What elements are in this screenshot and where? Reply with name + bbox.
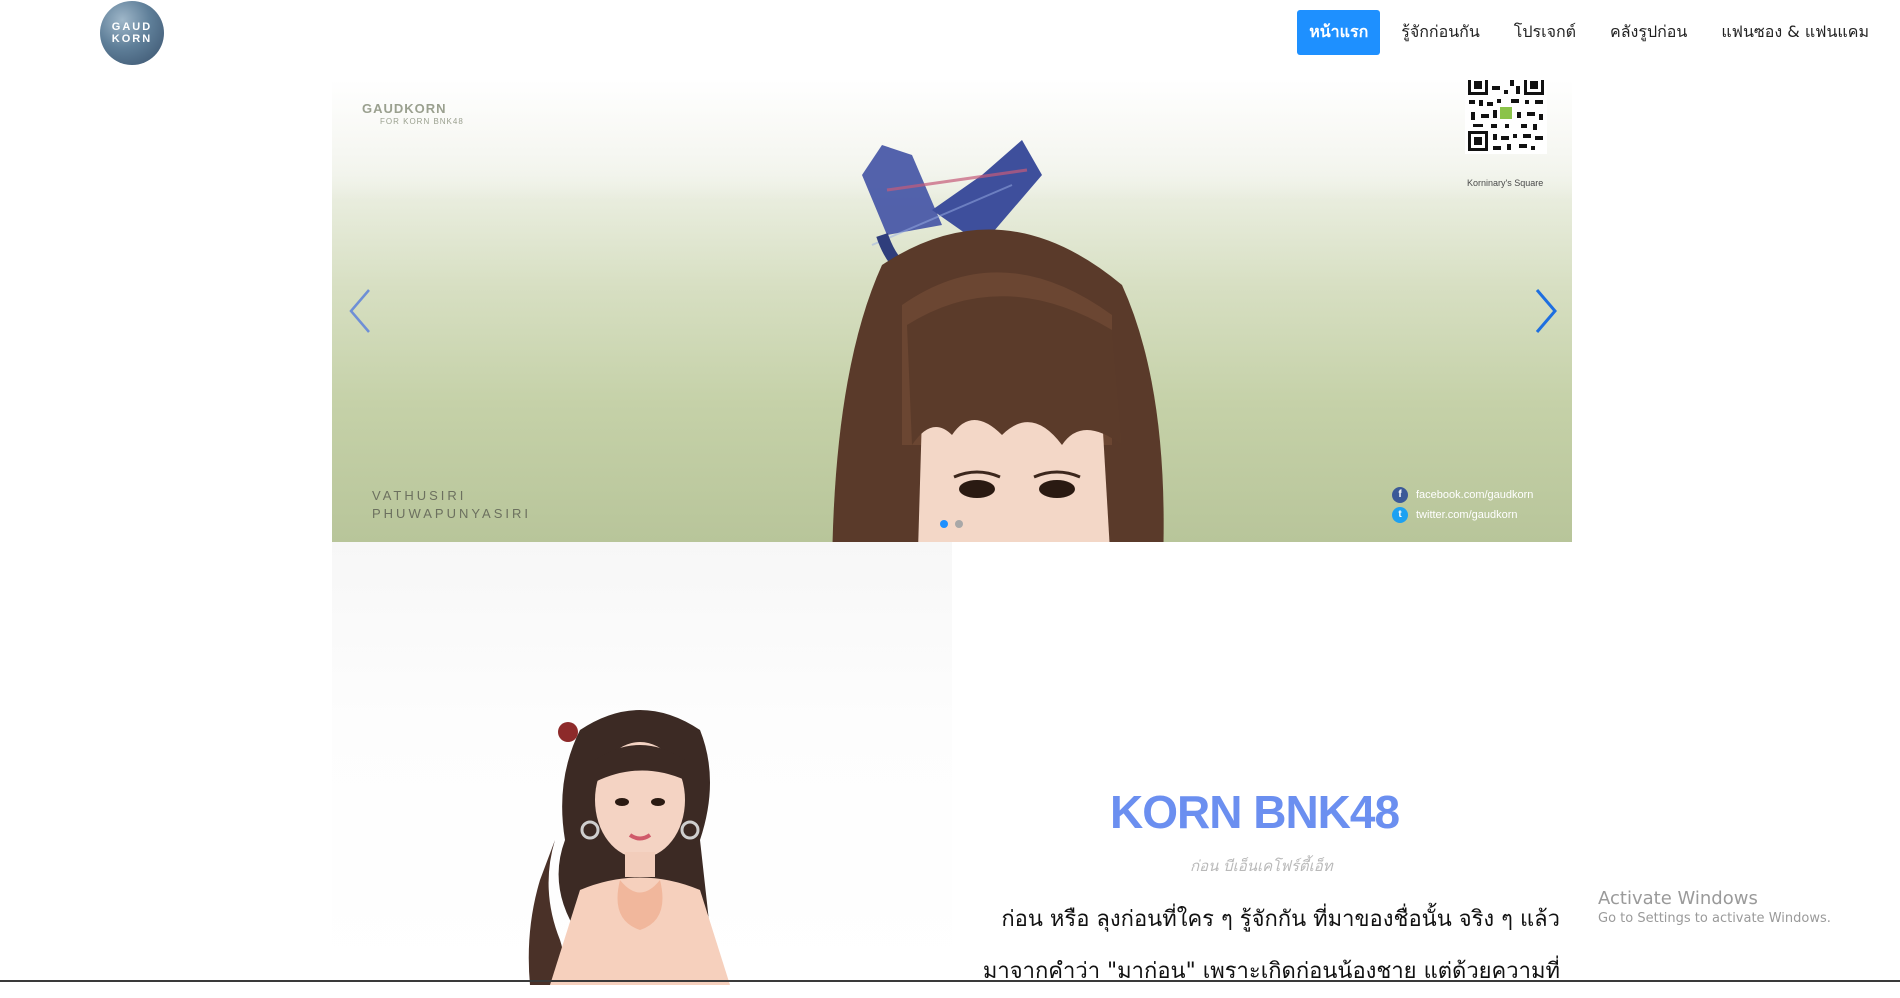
carousel-name-line1: VATHUSIRI <box>372 488 467 503</box>
profile-subtitle: ก่อน บีเอ็นเคโฟร์ตี้เอ็ท <box>1190 857 1333 875</box>
qr-code-icon <box>1465 80 1547 154</box>
profile-title: KORN BNK48 <box>1110 786 1400 838</box>
nav-item-home[interactable]: หน้าแรก <box>1297 10 1381 55</box>
nav-item-projects[interactable]: โปรเจกต์ <box>1501 10 1589 55</box>
twitter-link: t twitter.com/gaudkorn <box>1392 505 1533 525</box>
profile-description-line1: ก่อน หรือ ลุงก่อนที่ใคร ๆ รู้จักกัน ที่ม… <box>1001 907 1560 932</box>
profile-description-line2: มาจากคำว่า "มาก่อน" เพราะเกิดก่อนน้องชาย… <box>982 959 1560 984</box>
profile-description: ก่อน หรือ ลุงก่อนที่ใคร ๆ รู้จักกัน ที่ม… <box>960 894 1560 998</box>
twitter-handle: twitter.com/gaudkorn <box>1416 509 1518 521</box>
site-logo[interactable]: GAUD KORN <box>100 1 164 65</box>
carousel-name-line2: PHUWAPUNYASIRI <box>372 506 532 521</box>
chevron-right-icon <box>1535 289 1557 333</box>
carousel-brand-mark: GAUDKORN FOR KORN BNK48 <box>362 102 464 128</box>
facebook-icon: f <box>1392 487 1408 503</box>
logo-text-top: GAUD <box>111 21 153 33</box>
carousel-name: VATHUSIRI PHUWAPUNYASIRI <box>372 487 531 523</box>
carousel-brand: GAUDKORN <box>362 101 447 116</box>
logo-text-bottom: KORN <box>111 33 153 45</box>
twitter-icon: t <box>1392 507 1408 523</box>
carousel-dot-2[interactable] <box>955 520 963 528</box>
hero-carousel: GAUDKORN FOR KORN BNK48 Korninary's Squa… <box>332 80 1572 542</box>
facebook-link: f facebook.com/gaudkorn <box>1392 485 1533 505</box>
profile-photo <box>528 710 730 985</box>
qr-code-image <box>1465 80 1547 154</box>
facebook-handle: facebook.com/gaudkorn <box>1416 489 1534 501</box>
main-nav: หน้าแรก รู้จักก่อนกัน โปรเจกต์ คลังรูปก่… <box>1297 10 1882 55</box>
chevron-left-icon <box>349 289 370 333</box>
windows-activation-watermark: Activate Windows Go to Settings to activ… <box>1598 888 1831 926</box>
activate-windows-desc: Go to Settings to activate Windows. <box>1598 911 1831 926</box>
nav-item-gallery[interactable]: คลังรูปก่อน <box>1597 10 1700 55</box>
bottom-divider <box>0 980 1900 982</box>
carousel-prev-button[interactable] <box>340 281 380 341</box>
nav-item-about[interactable]: รู้จักก่อนกัน <box>1388 10 1493 55</box>
hero-person-image <box>832 140 1164 542</box>
carousel-dots <box>940 520 963 528</box>
carousel-next-button[interactable] <box>1526 281 1566 341</box>
site-header: GAUD KORN หน้าแรก รู้จักก่อนกัน โปรเจกต์… <box>0 0 1900 65</box>
carousel-dot-1[interactable] <box>940 520 948 528</box>
activate-windows-title: Activate Windows <box>1598 888 1758 909</box>
carousel-social-links: f facebook.com/gaudkorn t twitter.com/ga… <box>1392 485 1533 525</box>
nav-item-fansong-fancam[interactable]: แฟนซอง & แฟนแคม <box>1708 10 1882 55</box>
carousel-brand-sub: FOR KORN BNK48 <box>380 117 464 126</box>
qr-caption: Korninary's Square <box>1467 178 1544 188</box>
